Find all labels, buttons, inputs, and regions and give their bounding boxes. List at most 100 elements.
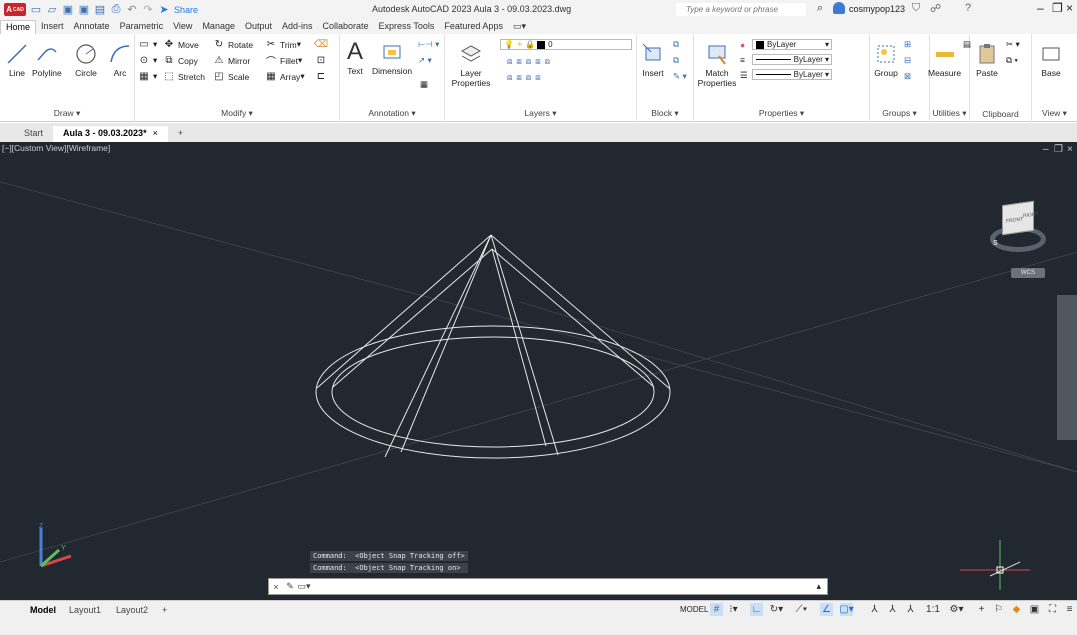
edit-block-icon[interactable]: ⧉ — [673, 55, 679, 66]
gradient-tool[interactable]: ▦ ▾ — [138, 71, 157, 82]
wcs-menu-button[interactable]: WCS — [1011, 268, 1045, 278]
cone-edge-front-right-inner[interactable] — [491, 248, 547, 447]
match-properties-button[interactable]: Match Properties — [697, 40, 737, 88]
base-button[interactable]: Base — [1038, 40, 1064, 78]
layer-dropdown[interactable]: 💡 ☀ 🔒 0 — [500, 39, 632, 50]
close-button[interactable]: × — [1066, 1, 1073, 15]
quick-properties-icon[interactable]: ◆ — [1010, 603, 1023, 616]
tab-output[interactable]: Output — [240, 20, 277, 34]
block-panel-title[interactable]: Block ▾ — [637, 108, 693, 119]
linear-dim-icon[interactable]: ⊢⊣ ▾ — [418, 39, 439, 50]
annotation-panel-title[interactable]: Annotation ▾ — [340, 108, 444, 119]
ribbon-options-icon[interactable]: ▭▾ — [508, 20, 531, 34]
dimension-button[interactable]: Dimension — [372, 38, 412, 76]
array-button[interactable]: ▦ Array ▾ — [265, 71, 304, 82]
offset-button[interactable]: ⊏ — [315, 71, 330, 82]
units-icon[interactable]: ⚐ — [992, 603, 1005, 616]
copy-button[interactable]: ⧉ Copy — [163, 55, 197, 66]
restore-button[interactable]: ❐ — [1052, 1, 1063, 15]
paste-button[interactable]: Paste — [974, 40, 1000, 78]
undo-icon[interactable]: ↶ — [126, 4, 138, 16]
mirror-button[interactable]: ⚠ Mirror — [213, 55, 251, 66]
navigation-bar[interactable] — [1057, 295, 1077, 440]
tab-featured-apps[interactable]: Featured Apps — [439, 20, 508, 34]
model-space-toggle[interactable]: MODEL — [680, 605, 708, 614]
object-snap-icon[interactable]: ▢▾ — [839, 603, 854, 616]
erase-button[interactable]: ⌫ — [314, 39, 330, 50]
auto-scale-icon[interactable]: ⅄ — [886, 603, 899, 616]
print-icon[interactable]: ⎙ — [110, 3, 122, 16]
redo-icon[interactable]: ↷ — [142, 4, 154, 16]
recent-commands-icon[interactable]: ▭▾ — [297, 581, 311, 592]
grid-icon[interactable]: # — [710, 603, 723, 616]
cone-edge-right-outer[interactable] — [490, 234, 671, 390]
tab-start[interactable]: Start — [14, 126, 53, 142]
autocad-logo[interactable]: A CAD — [4, 3, 26, 16]
annotation-scale-icon[interactable]: ⅄ — [904, 603, 917, 616]
search-input[interactable] — [676, 3, 806, 16]
viewcube[interactable]: FRONT RIGHT S — [990, 200, 1048, 262]
tab-annotate[interactable]: Annotate — [69, 20, 115, 34]
clean-screen-icon[interactable]: ⛶ — [1046, 603, 1059, 616]
layer-tools-row1[interactable]: ⧈⧈⧈⧈⧈ — [507, 56, 554, 67]
cone-edge-left-inner[interactable] — [332, 248, 493, 388]
a360-icon[interactable]: ☍ — [930, 2, 941, 15]
circle-button[interactable]: Circle — [73, 40, 99, 78]
isodraft-icon[interactable]: ⟋▾ — [795, 603, 808, 616]
layout-tab-layout2[interactable]: Layout2 — [116, 605, 148, 615]
user-name[interactable]: cosmypop123 — [849, 4, 905, 14]
scale-button[interactable]: ◰ Scale — [213, 71, 249, 82]
viewport-restore-icon[interactable]: ❐ — [1054, 144, 1063, 155]
copy-clip-icon[interactable]: ⧉ ▾ — [1006, 55, 1018, 66]
arc-button[interactable]: Arc — [107, 40, 133, 78]
new-icon[interactable]: ▭ — [30, 4, 42, 16]
save-icon[interactable]: ▣ — [62, 4, 74, 16]
layers-panel-title[interactable]: Layers ▾ — [445, 108, 636, 119]
save-as-icon[interactable]: ▣ — [78, 4, 90, 16]
lineweight-dropdown[interactable]: ByLayer ▾ — [752, 69, 832, 80]
command-line[interactable]: × ✎ ▭▾ ▴ — [268, 578, 828, 595]
command-customize-icon[interactable]: ✎ — [283, 581, 297, 592]
move-button[interactable]: ✥ Move — [163, 39, 199, 50]
tab-collaborate[interactable]: Collaborate — [318, 20, 374, 34]
isolate-objects-icon[interactable]: ▣ — [1028, 603, 1041, 616]
layer-properties-button[interactable]: Layer Properties — [449, 40, 493, 88]
stretch-button[interactable]: ⬚ Stretch — [163, 71, 205, 82]
web-mobile-icon[interactable]: ▤ — [94, 4, 106, 16]
viewport-minimize-icon[interactable]: – — [1043, 144, 1049, 155]
annotation-scale-label[interactable]: 1:1 — [922, 603, 944, 616]
tab-insert[interactable]: Insert — [36, 20, 69, 34]
color-dropdown[interactable]: ByLayer ▾ — [752, 39, 832, 50]
share-icon[interactable]: ➤ — [158, 4, 170, 16]
leader-icon[interactable]: ↗ ▾ — [418, 55, 432, 66]
share-button[interactable]: Share — [174, 5, 198, 15]
viewcube-box[interactable]: FRONT RIGHT — [1002, 200, 1039, 236]
table-icon[interactable]: ▦ — [420, 79, 428, 90]
cone-base-outer[interactable] — [315, 325, 671, 459]
group-button[interactable]: Group — [873, 40, 899, 78]
layer-tools-row2[interactable]: ⧈⧈⧈⧈ — [507, 72, 545, 83]
group-select-icon[interactable]: ⊠ — [904, 71, 911, 82]
create-block-icon[interactable]: ⧉ — [673, 39, 679, 50]
drawing-canvas[interactable] — [0, 142, 1077, 600]
object-snap-tracking-icon[interactable]: ∠ — [820, 603, 833, 616]
ungroup-icon[interactable]: ⊞ — [904, 39, 911, 50]
command-input[interactable] — [311, 580, 817, 593]
polar-tracking-icon[interactable]: ↻▾ — [770, 603, 783, 616]
search-icon[interactable]: ⌕ — [817, 2, 823, 15]
explode-button[interactable]: ⊡ — [315, 55, 330, 66]
tab-express-tools[interactable]: Express Tools — [374, 20, 440, 34]
groups-panel-title[interactable]: Groups ▾ — [870, 108, 929, 119]
insert-button[interactable]: Insert — [640, 40, 666, 78]
tab-home[interactable]: Home — [0, 20, 37, 34]
tab-manage[interactable]: Manage — [197, 20, 240, 34]
cut-icon[interactable]: ✂ ▾ — [1006, 39, 1020, 50]
drawing-viewport[interactable]: [−][Custom View][Wireframe] – ❐ × FRONT … — [0, 142, 1077, 600]
viewcube-front-face[interactable]: FRONT — [1006, 216, 1023, 224]
modify-panel-title[interactable]: Modify ▾ — [135, 108, 339, 119]
user-icon[interactable] — [833, 2, 845, 14]
measure-button[interactable]: Measure — [928, 40, 961, 78]
viewcube-right-face[interactable]: RIGHT — [1023, 211, 1039, 219]
close-tab-icon[interactable]: × — [153, 128, 158, 138]
snap-mode-icon[interactable]: ⁝▾ — [727, 603, 740, 616]
